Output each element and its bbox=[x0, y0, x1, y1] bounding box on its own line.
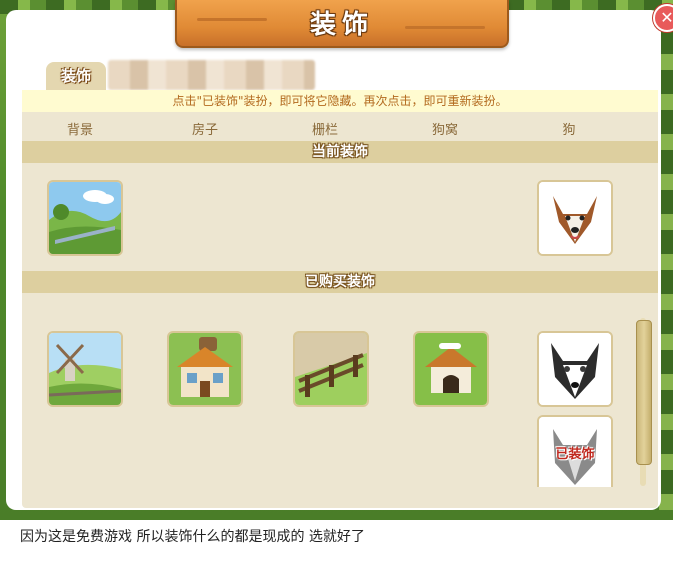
current-background-item[interactable] bbox=[47, 180, 123, 256]
purchased-house-item[interactable] bbox=[167, 331, 243, 407]
section-purchased-label: 已购买装饰 bbox=[305, 274, 375, 290]
column-header-fence: 栅栏 bbox=[311, 123, 338, 138]
purchased-doghouse-item[interactable] bbox=[413, 331, 489, 407]
equipped-badge: 已装饰 bbox=[555, 447, 595, 462]
hint-bar: 点击"已装饰"装扮，即可将它隐藏。再次点击，即可重新装扮。 bbox=[22, 90, 658, 112]
caption-text: 因为这是免费游戏 所以装饰什么的都是现成的 选就好了 bbox=[20, 529, 365, 545]
section-current-label: 当前装饰 bbox=[312, 144, 368, 160]
column-header-background: 背景 bbox=[66, 123, 93, 138]
purchased-fence-item[interactable] bbox=[293, 331, 369, 407]
section-current: 当前装饰 bbox=[22, 141, 658, 163]
scrollbar-thumb[interactable] bbox=[636, 320, 652, 465]
close-button[interactable]: ✕ bbox=[653, 4, 673, 32]
farmhouse-icon bbox=[169, 333, 241, 405]
column-header-doghouse: 狗窝 bbox=[431, 123, 458, 138]
column-header-house: 房子 bbox=[191, 123, 218, 138]
section-purchased: 已购买装饰 bbox=[22, 271, 658, 293]
wooden-fence-icon bbox=[295, 333, 367, 405]
close-icon: ✕ bbox=[660, 8, 673, 27]
collie-dog-icon bbox=[539, 182, 611, 254]
blurred-username bbox=[108, 60, 315, 90]
husky-dog-icon bbox=[539, 333, 611, 405]
purchased-dog-item-equipped[interactable]: 已装饰 bbox=[537, 415, 613, 487]
current-dog-item[interactable] bbox=[537, 180, 613, 256]
column-header-dog: 狗 bbox=[562, 123, 576, 138]
doghouse-icon bbox=[415, 333, 487, 405]
landscape-background-icon bbox=[49, 182, 121, 254]
purchased-background-item[interactable] bbox=[47, 331, 123, 407]
tab-decoration[interactable]: 装饰 bbox=[46, 62, 106, 90]
purchased-dog-item[interactable] bbox=[537, 331, 613, 407]
windmill-background-icon bbox=[49, 333, 121, 405]
dialog-title: 装饰 bbox=[309, 10, 374, 40]
title-plank: 装饰 bbox=[175, 0, 509, 48]
tab-label: 装饰 bbox=[60, 67, 91, 85]
